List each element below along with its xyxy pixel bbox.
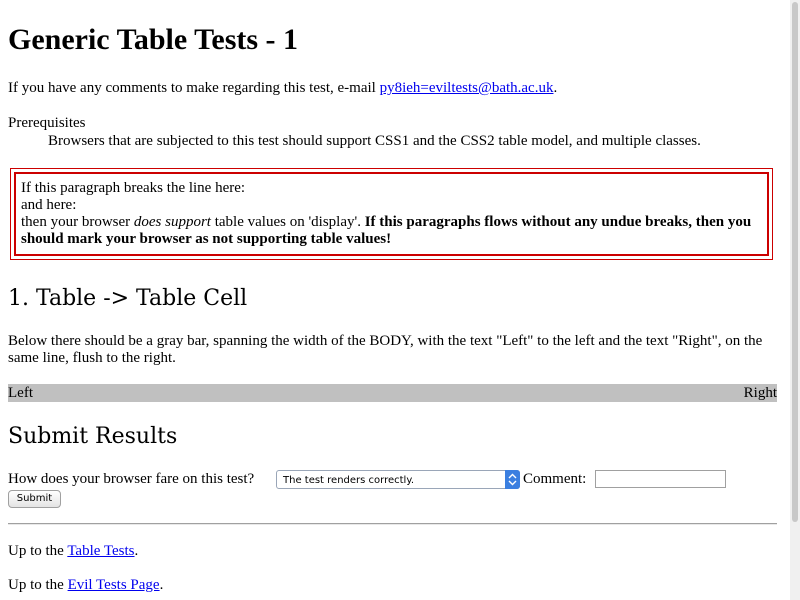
gray-bar: Left Right <box>8 384 777 402</box>
comment-label: Comment: <box>523 471 587 487</box>
email-link[interactable]: py8ieh=eviltests@bath.ac.uk <box>380 80 554 96</box>
comments-suffix: . <box>553 80 558 96</box>
scrollbar-thumb[interactable] <box>792 2 798 522</box>
updown-arrows-icon <box>505 470 520 489</box>
up-to-evil-tests: Up to the Evil Tests Page. <box>8 577 164 593</box>
up-to-table-tests: Up to the Table Tests. <box>8 543 139 559</box>
table-tests-link[interactable]: Table Tests <box>67 543 134 559</box>
comment-input[interactable] <box>595 470 726 488</box>
emphasis-text: does support <box>133 214 211 230</box>
divider <box>8 523 777 525</box>
page-title: Generic Table Tests - 1 <box>8 23 299 56</box>
question-label: How does your browser fare on this test? <box>8 471 255 487</box>
test-line-1: If this paragraph breaks the line here: <box>21 180 246 196</box>
bar-left-text: Left <box>8 385 33 401</box>
section-heading-submit: Submit Results <box>8 424 178 449</box>
test-line-2: and here: <box>21 197 77 213</box>
test-paragraph: If this paragraph breaks the line here: … <box>21 180 761 248</box>
result-select-value: The test renders correctly. <box>283 475 415 486</box>
test-paragraph-box: If this paragraph breaks the line here: … <box>10 168 773 260</box>
section-description: Below there should be a gray bar, spanni… <box>8 333 763 366</box>
vertical-scrollbar[interactable] <box>790 0 800 600</box>
evil-tests-link[interactable]: Evil Tests Page <box>68 577 160 593</box>
section-heading-table-cell: 1. Table -> Table Cell <box>8 286 248 311</box>
bar-right-text: Right <box>743 385 777 401</box>
test-line-3: then your browser does support table val… <box>21 214 752 247</box>
prerequisites-label: Prerequisites <box>8 115 86 131</box>
comments-prefix: If you have any comments to make regardi… <box>8 80 380 96</box>
comments-line: If you have any comments to make regardi… <box>8 80 557 97</box>
prerequisites-text: Browsers that are subjected to this test… <box>48 133 701 149</box>
result-select[interactable]: The test renders correctly. <box>276 470 520 489</box>
submit-button[interactable]: Submit <box>8 490 61 508</box>
